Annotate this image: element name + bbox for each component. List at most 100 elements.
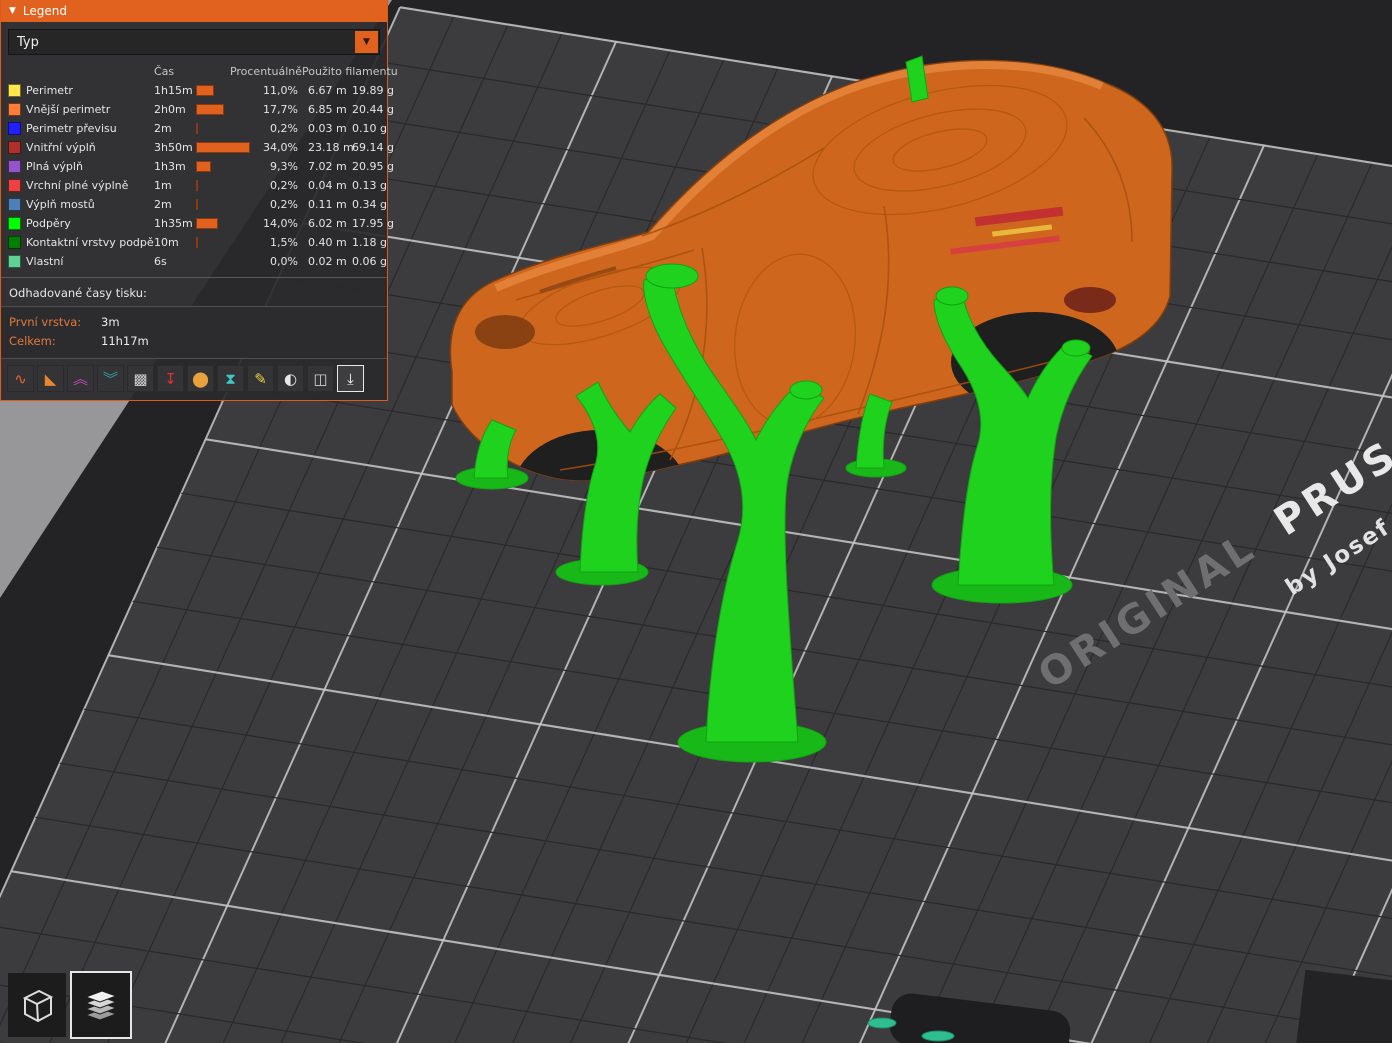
legend-header[interactable]: ▼ Legend: [1, 0, 387, 22]
feature-length: 23.18 m: [308, 141, 354, 154]
feature-time: 1m: [154, 179, 172, 192]
feature-length: 6.85 m: [308, 103, 347, 116]
feature-length: 7.02 m: [308, 160, 347, 173]
seams-icon[interactable]: ▩: [127, 365, 154, 392]
color-swatch: [8, 122, 21, 135]
legend-row[interactable]: Vlastní 6s 0,0% 0.02 m 0.06 g: [8, 252, 387, 271]
feature-percent: 14,0%: [263, 217, 298, 230]
dropdown-arrow-icon[interactable]: ▼: [355, 31, 378, 53]
color-swatch: [8, 236, 21, 249]
travels-icon[interactable]: ∿: [7, 365, 34, 392]
legend-row[interactable]: Vrchní plné výplně 1m 0,2% 0.04 m 0.13 g: [8, 176, 387, 195]
legend-table: Čas Procentuálně Použito filamentu Perim…: [1, 59, 398, 273]
feature-weight: 0.34 g: [352, 198, 387, 211]
legend-column-headers: Čas Procentuálně Použito filamentu: [8, 61, 398, 81]
feature-label: Vnější perimetr: [26, 103, 111, 116]
feature-weight: 17.95 g: [352, 217, 394, 230]
feature-percent: 9,3%: [270, 160, 298, 173]
feature-label: Podpěry: [26, 217, 71, 230]
time-bar: [196, 180, 256, 191]
feature-label: Výplň mostů: [26, 198, 95, 211]
feature-time: 2m: [154, 122, 172, 135]
view-type-value: Typ: [17, 34, 39, 50]
color-swatch: [8, 255, 21, 268]
color-swatch: [8, 217, 21, 230]
time-bar: [196, 237, 256, 248]
time-bar: [196, 104, 256, 115]
time-bar-fill: [196, 237, 198, 248]
column-header-percent: Procentuálně: [229, 64, 302, 78]
total-time-value: 11h17m: [101, 333, 149, 348]
legend-row[interactable]: Vnitřní výplň 3h50m 34,0% 23.18 m 69.14 …: [8, 138, 394, 157]
time-bar-fill: [196, 123, 198, 134]
feature-length: 0.02 m: [308, 255, 347, 268]
feature-label: Vlastní: [26, 255, 64, 268]
legend-rows: Perimetr 1h15m 11,0% 6.67 m 19.89 g Vněj…: [8, 81, 394, 271]
time-bar-fill: [196, 161, 211, 172]
feature-percent: 11,0%: [263, 84, 298, 97]
feature-length: 0.03 m: [308, 122, 347, 135]
total-time-label: Celkem:: [9, 333, 56, 348]
legend-row[interactable]: Výplň mostů 2m 0,2% 0.11 m 0.34 g: [8, 195, 387, 214]
view-mode-toolbar: [8, 971, 132, 1039]
time-bar: [196, 142, 256, 153]
feature-time: 1h3m: [154, 160, 186, 173]
legend-row[interactable]: Perimetr převisu 2m 0,2% 0.03 m 0.10 g: [8, 119, 387, 138]
feature-percent: 1,5%: [270, 236, 298, 249]
cube-icon: [22, 989, 54, 1023]
legend-panel: ▼ Legend Typ ▼ Čas Procentuálně Použito …: [0, 0, 398, 401]
color-changes-icon[interactable]: ⬤: [187, 365, 214, 392]
legend-row[interactable]: Podpěry 1h35m 14,0% 6.02 m 17.95 g: [8, 214, 394, 233]
feature-weight: 19.89 g: [352, 84, 394, 97]
pause-prints-icon[interactable]: ◐: [277, 365, 304, 392]
time-bar: [196, 85, 256, 96]
feature-time: 1h15m: [154, 84, 193, 97]
feature-percent: 0,2%: [270, 198, 298, 211]
legend-row[interactable]: Plná výplň 1h3m 9,3% 7.02 m 20.95 g: [8, 157, 394, 176]
first-layer-value: 3m: [101, 314, 120, 329]
legend-row[interactable]: Vnější perimetr 2h0m 17,7% 6.85 m 20.44 …: [8, 100, 394, 119]
bed-corner-shadow: [1295, 969, 1392, 1043]
color-swatch: [8, 198, 21, 211]
legend-row[interactable]: Perimetr 1h15m 11,0% 6.67 m 19.89 g: [8, 81, 394, 100]
layers-icon: [84, 990, 118, 1021]
prusaslicer-preview-window: ORIGINAL PRUSA MK4 by Josef Prusa: [0, 0, 1392, 1043]
legend-row[interactable]: Kontaktní vrstvy podpěr 10m 1,5% 0.40 m …: [8, 233, 387, 252]
view-type-dropdown[interactable]: Typ ▼: [8, 29, 380, 55]
time-bar-fill: [196, 199, 198, 210]
feature-percent: 17,7%: [263, 103, 298, 116]
feature-time: 1h35m: [154, 217, 193, 230]
time-bar-fill: [196, 142, 250, 153]
3d-view-button[interactable]: [8, 973, 66, 1037]
first-layer-label: První vrstva:: [9, 314, 82, 329]
shells-icon[interactable]: ◣: [37, 365, 64, 392]
feature-label: Kontaktní vrstvy podpěr: [26, 236, 154, 249]
total-time-line: Celkem: 11h17m: [9, 331, 379, 350]
time-bar: [196, 199, 256, 210]
feature-length: 6.67 m: [308, 84, 347, 97]
time-bar-fill: [196, 85, 214, 96]
feature-label: Perimetr: [26, 84, 73, 97]
feature-percent: 0,2%: [270, 179, 298, 192]
legend-toolbar: ∿ ◣ ︽ ︾ ▩ ↧ ⬤ ⧗ ✎ ◐ ◫ ⤓: [1, 358, 387, 400]
legend-toggle-icon[interactable]: ⤓: [337, 365, 364, 392]
retractions-icon[interactable]: ︽: [67, 365, 94, 392]
time-bar: [196, 123, 256, 134]
time-bar-fill: [196, 218, 218, 229]
color-swatch: [8, 103, 21, 116]
time-bar-fill: [196, 104, 224, 115]
feature-length: 0.40 m: [308, 236, 347, 249]
custom-gcode-icon[interactable]: ✎: [247, 365, 274, 392]
layers-view-button[interactable]: [70, 971, 132, 1039]
feature-percent: 0,2%: [270, 122, 298, 135]
object-marker-icon[interactable]: ↧: [157, 365, 184, 392]
time-bar: [196, 161, 256, 172]
color-swatch: [8, 84, 21, 97]
wireframe-icon[interactable]: ◫: [307, 365, 334, 392]
feature-time: 6s: [154, 255, 167, 268]
time-bar: [196, 256, 256, 267]
feature-label: Vrchní plné výplně: [26, 179, 129, 192]
feature-percent: 34,0%: [263, 141, 298, 154]
deretractions-icon[interactable]: ︾: [97, 365, 124, 392]
print-time-icon[interactable]: ⧗: [217, 365, 244, 392]
